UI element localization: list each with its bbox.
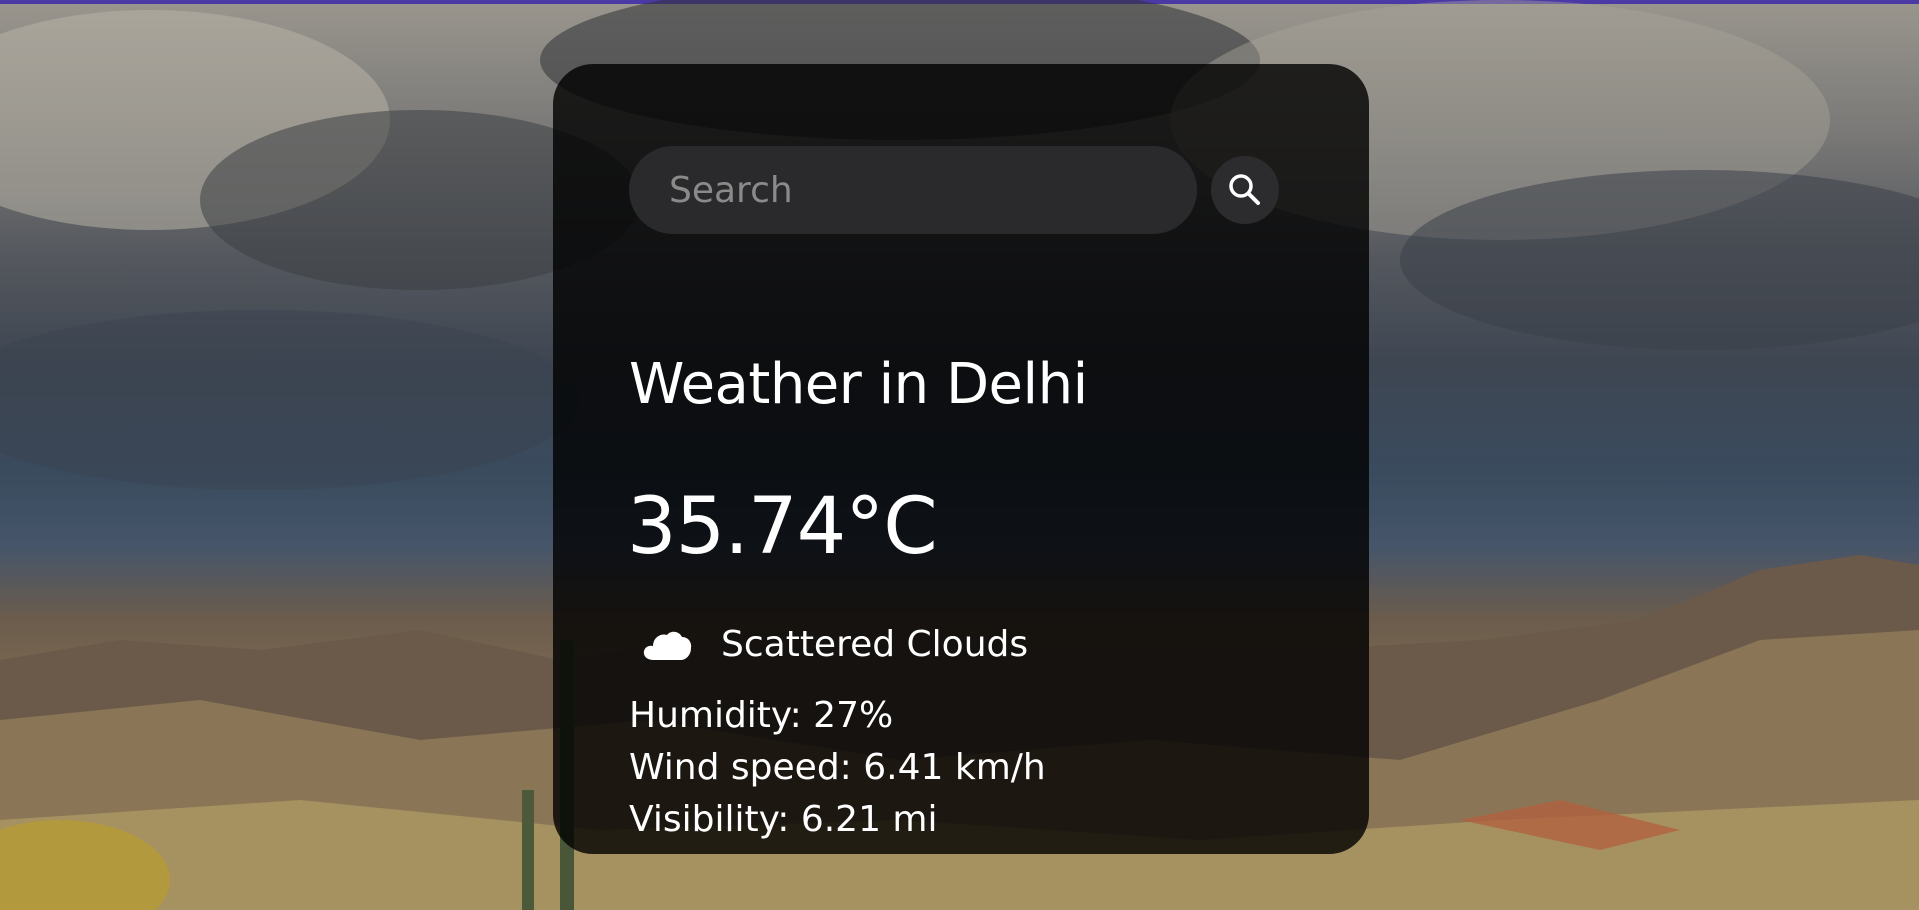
weather-details: Humidity: 27% Wind speed: 6.41 km/h Visi…: [629, 690, 1046, 846]
search-button[interactable]: [1211, 156, 1279, 224]
visibility-text: Visibility: 6.21 mi: [629, 799, 938, 840]
wind-speed-text: Wind speed: 6.41 km/h: [629, 747, 1046, 788]
condition-description: Scattered Clouds: [721, 624, 1029, 665]
city-title: Weather in Delhi: [629, 352, 1088, 417]
search-bar: [629, 146, 1279, 234]
weather-card: Weather in Delhi 35.74°C Scattered Cloud…: [553, 64, 1369, 854]
condition-row: Scattered Clouds: [641, 624, 1028, 665]
cloud-icon: [643, 631, 692, 660]
temperature-value: 35.74°C: [627, 482, 938, 572]
humidity-text: Humidity: 27%: [629, 695, 894, 736]
search-icon: [1229, 174, 1260, 205]
search-input[interactable]: [629, 146, 1197, 234]
